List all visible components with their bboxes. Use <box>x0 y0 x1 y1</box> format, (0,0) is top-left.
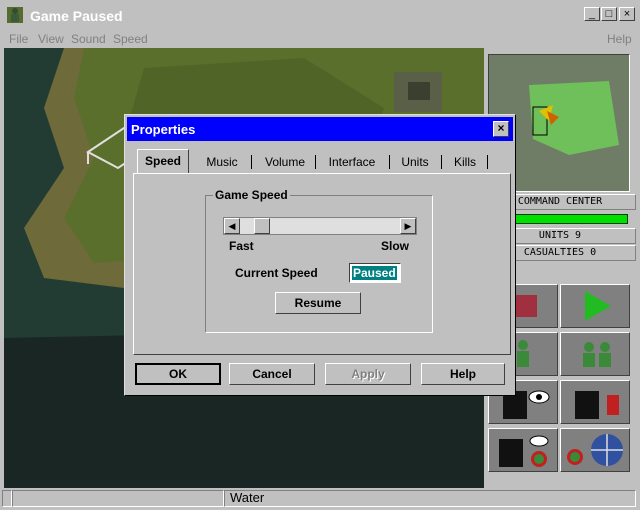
squad-attack-button[interactable] <box>560 332 630 376</box>
status-cell-spacer <box>12 490 224 507</box>
menu-view[interactable]: View <box>38 32 64 46</box>
menu-file[interactable]: File <box>9 32 28 46</box>
game-window: Game Paused _ □ × File View Sound Speed … <box>0 0 640 510</box>
tab-separator <box>389 155 390 169</box>
title-bar: Game Paused _ □ × <box>0 0 640 32</box>
slider-slow-label: Slow <box>381 239 410 253</box>
tab-separator <box>315 155 316 169</box>
current-speed-value: Paused <box>352 266 397 280</box>
globe-button[interactable] <box>560 428 630 472</box>
slider-thumb[interactable] <box>254 218 270 234</box>
globe-icon <box>567 434 623 466</box>
slider-right-arrow-icon[interactable]: ▶ <box>400 218 416 234</box>
close-button[interactable]: × <box>619 7 635 21</box>
terrain-status: Water <box>230 490 265 505</box>
tab-separator <box>441 155 442 169</box>
menu-help[interactable]: Help <box>607 32 632 46</box>
minimize-button[interactable]: _ <box>584 7 600 21</box>
tab-speed[interactable]: Speed <box>137 149 189 173</box>
tab-interface[interactable]: Interface <box>319 151 385 173</box>
speed-slider[interactable]: ◀ ▶ <box>223 217 417 235</box>
spy-no-icon <box>499 435 549 467</box>
resume-button[interactable]: Resume <box>275 292 361 314</box>
apply-button: Apply <box>325 363 411 385</box>
slider-fast-label: Fast <box>229 239 254 253</box>
dynamite-button[interactable] <box>560 380 630 424</box>
tab-music[interactable]: Music <box>195 151 249 173</box>
game-speed-group-title: Game Speed <box>213 188 290 202</box>
dialog-title: Properties <box>131 122 196 137</box>
soldier-app-icon <box>7 7 23 23</box>
ok-button[interactable]: OK <box>135 363 221 385</box>
current-speed-label: Current Speed <box>235 266 318 280</box>
help-button[interactable]: Help <box>421 363 505 385</box>
window-title: Game Paused <box>30 8 123 24</box>
tab-separator <box>251 155 252 169</box>
tab-units[interactable]: Units <box>393 151 437 173</box>
command-center-health-bar <box>502 214 628 224</box>
tab-separator <box>487 155 488 169</box>
tab-kills[interactable]: Kills <box>445 151 485 173</box>
slider-left-arrow-icon[interactable]: ◀ <box>224 218 240 234</box>
dialog-title-bar[interactable]: Properties × <box>127 117 513 141</box>
play-button[interactable] <box>560 284 630 328</box>
status-cell-left <box>2 490 12 507</box>
tab-volume[interactable]: Volume <box>255 151 315 173</box>
cancel-button[interactable]: Cancel <box>229 363 315 385</box>
menu-speed[interactable]: Speed <box>113 32 148 46</box>
current-speed-field[interactable]: Paused <box>349 263 401 283</box>
status-cell-terrain <box>224 490 636 507</box>
spy-cancel-button[interactable] <box>488 428 558 472</box>
menu-sound[interactable]: Sound <box>71 32 106 46</box>
dialog-close-button[interactable]: × <box>493 121 509 137</box>
play-icon <box>585 291 611 321</box>
maximize-button[interactable]: □ <box>601 7 617 21</box>
soldiers-attack-icon <box>583 342 611 367</box>
properties-dialog: Properties × Speed Music Volume Interfac… <box>124 114 516 396</box>
spy-dynamite-icon <box>575 391 619 419</box>
